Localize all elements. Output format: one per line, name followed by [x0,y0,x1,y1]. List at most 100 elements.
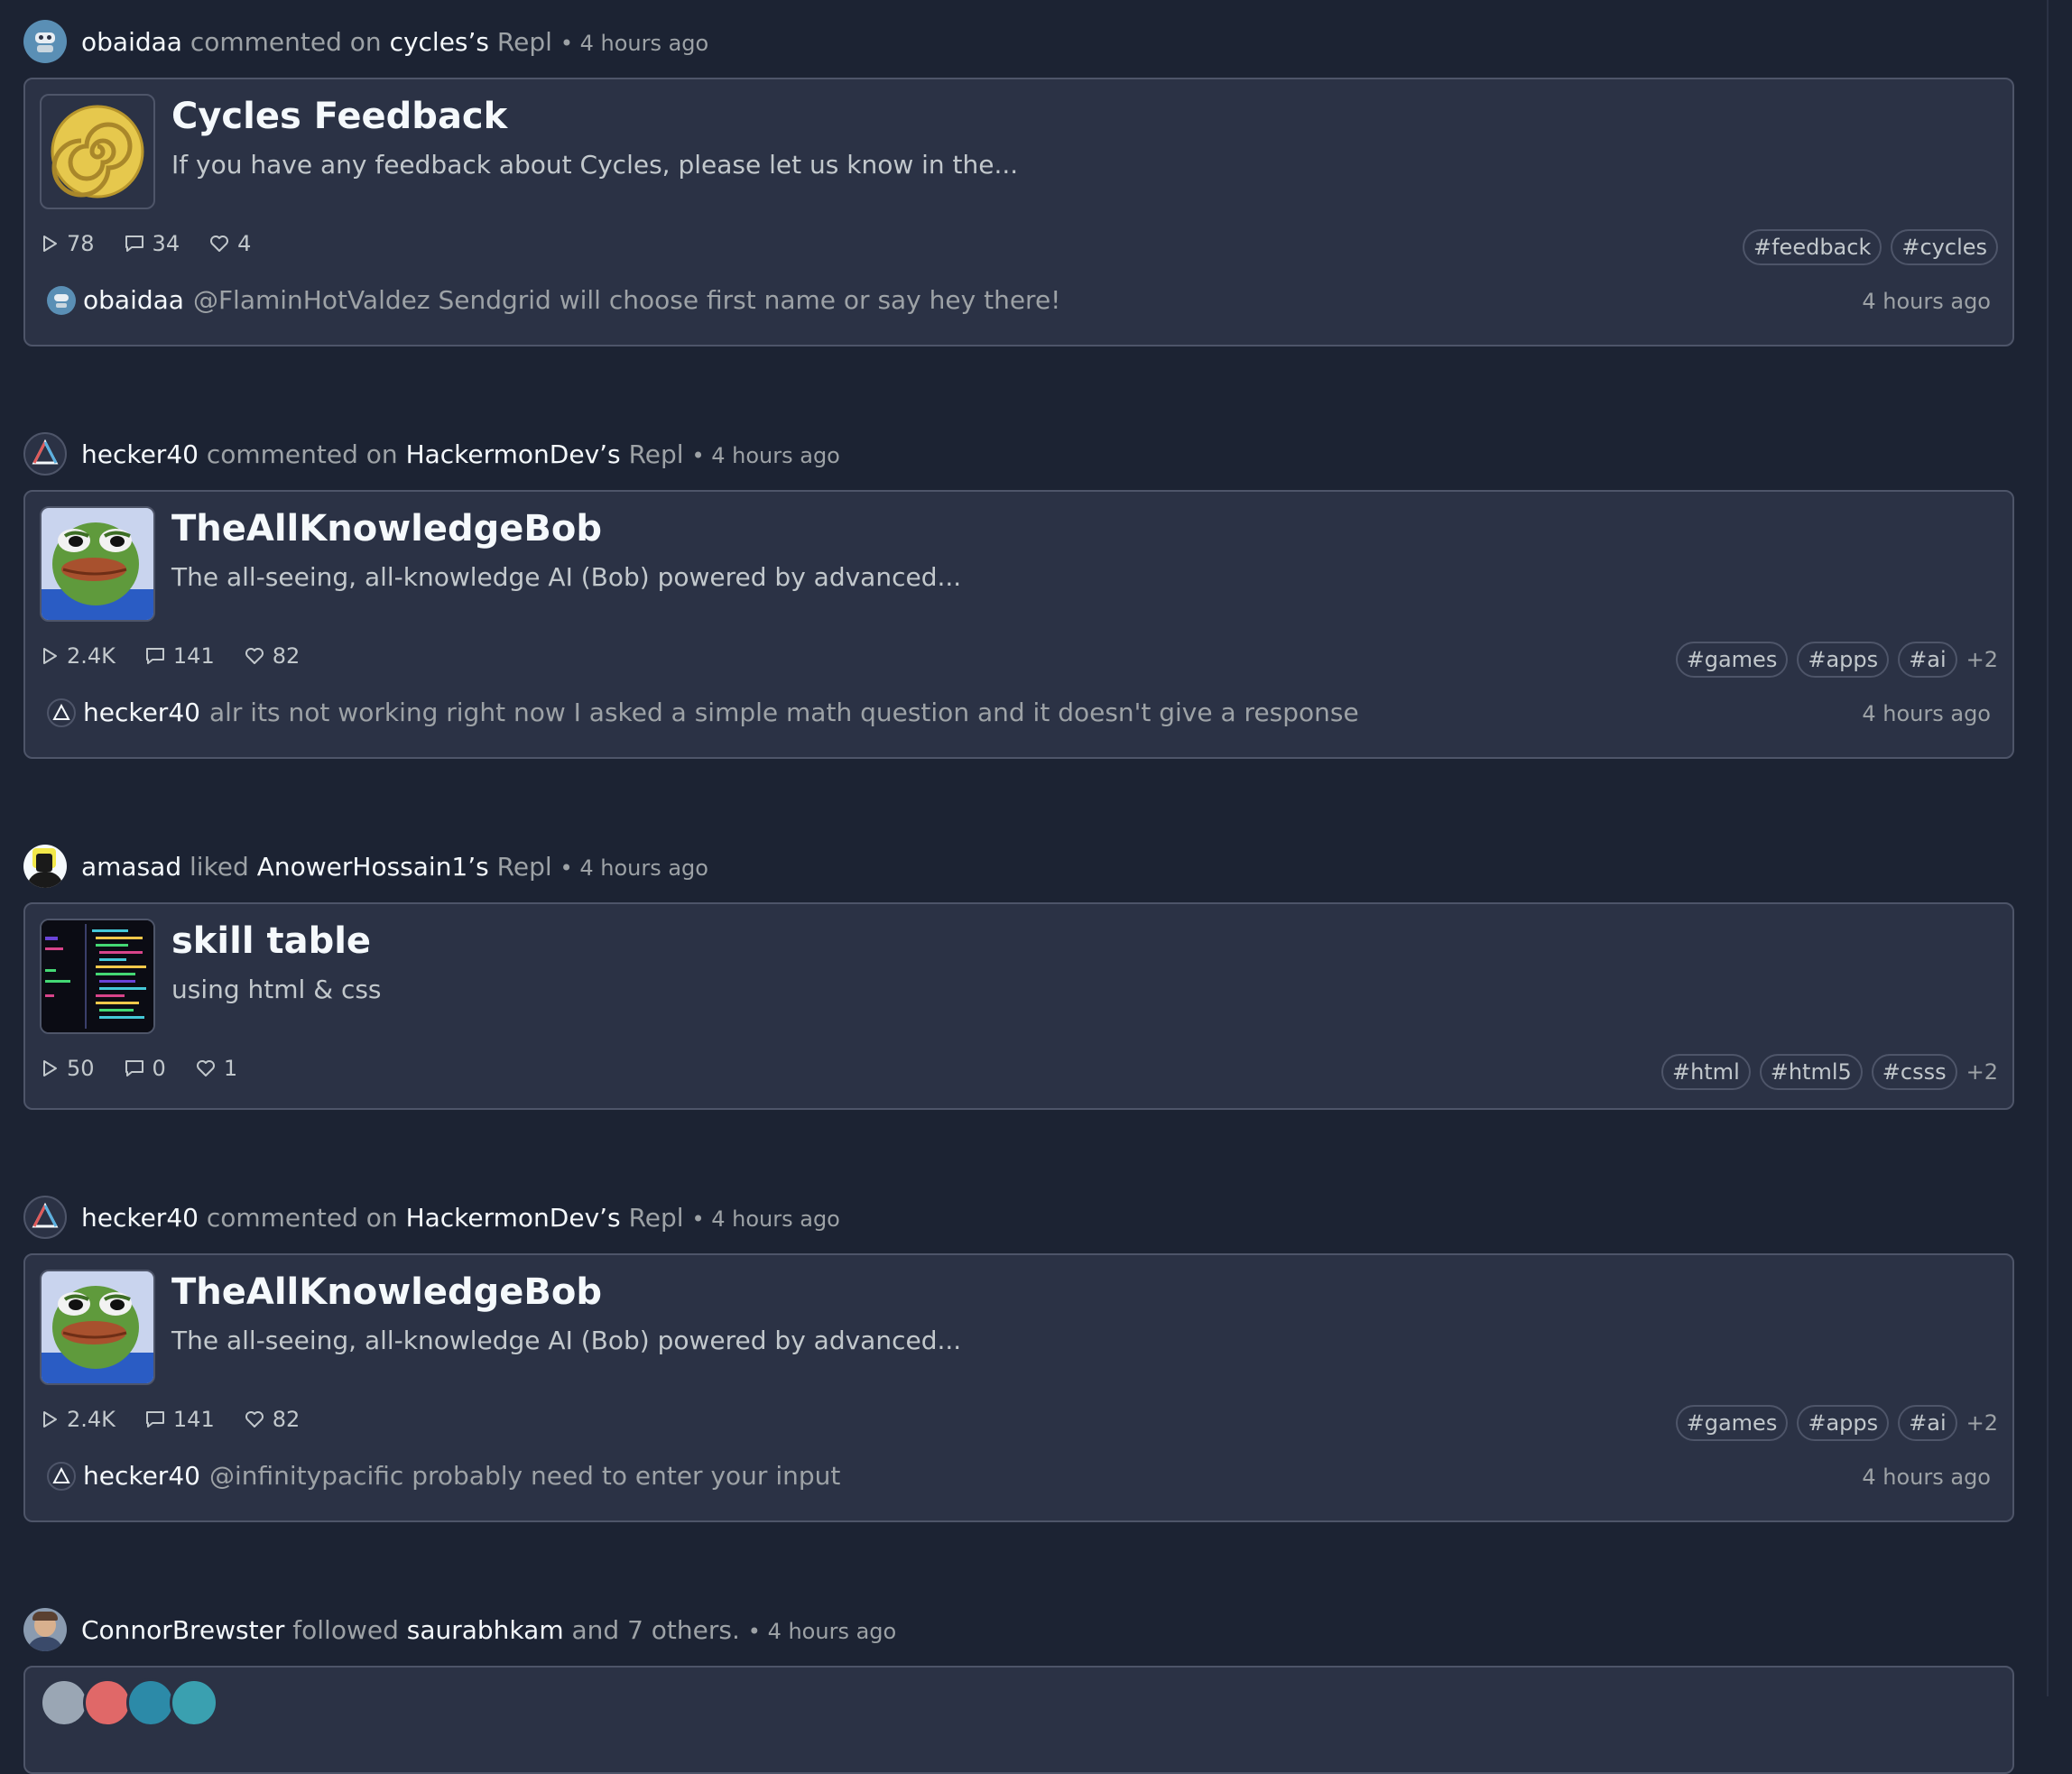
avatar[interactable] [40,1678,88,1727]
avatar[interactable] [170,1678,218,1727]
repl-card[interactable]: skill table using html & css 50 0 1 #htm… [23,902,2014,1110]
comment-author[interactable]: hecker40 [83,698,200,727]
repl-description: The all-seeing, all-knowledge AI (Bob) p… [171,1326,962,1355]
actor-link[interactable]: amasad [81,852,181,882]
actor-link[interactable]: ConnorBrewster [81,1615,284,1645]
tag[interactable]: #cycles [1891,229,1998,265]
runs-count: 50 [67,1056,95,1081]
activity-line: ConnorBrewster followed saurabhkam and 7… [23,1608,896,1651]
comment-author[interactable]: hecker40 [83,1461,200,1491]
comments-count: 34 [152,231,180,256]
repl-description: using html & css [171,975,382,1004]
comment-icon [145,1411,164,1428]
activity-time: • 4 hours ago [560,855,708,881]
comment-icon [145,648,164,664]
actor-link[interactable]: hecker40 [81,1203,199,1233]
repl-card[interactable]: TheAllKnowledgeBob The all-seeing, all-k… [23,1253,2014,1522]
tag[interactable]: #games [1675,642,1789,678]
activity-line: obaidaa commented on cycles’s Repl • 4 h… [23,20,708,63]
comment-author[interactable]: obaidaa [83,285,184,315]
heart-icon[interactable] [208,234,230,254]
target-link[interactable]: saurabhkam [407,1615,564,1645]
avatar[interactable] [23,845,67,888]
tag-list: #games #apps #ai +2 [1667,638,1998,681]
scrollbar[interactable] [2047,0,2072,1696]
play-icon [43,648,57,664]
activity-verb: liked [190,851,249,882]
activity-verb: commented on [190,26,382,57]
repl-thumbnail [40,1270,155,1385]
tag[interactable]: #feedback [1743,229,1882,265]
tag[interactable]: #csss [1871,1054,1957,1090]
heart-icon[interactable] [195,1058,217,1078]
avatar [47,698,76,727]
repl-title[interactable]: skill table [171,920,371,962]
avatar[interactable] [83,1678,132,1727]
comment-preview[interactable]: hecker40 @infinitypacific probably need … [47,1461,840,1491]
actor-link[interactable]: hecker40 [81,439,199,469]
tag[interactable]: #apps [1797,642,1890,678]
tag[interactable]: #ai [1898,1405,1957,1441]
avatar[interactable] [23,1196,67,1239]
activity-verb: commented on [206,1202,398,1233]
tag[interactable]: #apps [1797,1405,1890,1441]
target-link[interactable]: HackermonDev’s [406,1203,621,1233]
repl-card[interactable]: TheAllKnowledgeBob The all-seeing, all-k… [23,490,2014,759]
repl-stats: 78 34 4 [40,226,280,262]
avatar[interactable] [23,1608,67,1651]
comment-preview[interactable]: hecker40 alr its not working right now I… [47,698,1359,727]
actor-link[interactable]: obaidaa [81,27,182,57]
followed-avatars [40,1678,218,1727]
target-link[interactable]: HackermonDev’s [406,439,621,469]
tag-list: #feedback #cycles [1734,226,1998,269]
comment-time: 4 hours ago [1862,701,1991,726]
activity-object: Repl [496,26,552,57]
avatar [47,1461,76,1491]
activity-line: hecker40 commented on HackermonDev’s Rep… [23,432,840,476]
comment-icon [125,236,143,252]
comment-preview[interactable]: obaidaa @FlaminHotValdez Sendgrid will c… [47,285,1060,315]
heart-icon[interactable] [244,646,265,666]
repl-title[interactable]: TheAllKnowledgeBob [171,1271,602,1313]
repl-title[interactable]: Cycles Feedback [171,96,507,137]
target-link[interactable]: AnowerHossain1’s [257,852,489,882]
repl-description: If you have any feedback about Cycles, p… [171,150,1019,180]
activity-time: • 4 hours ago [691,1206,840,1232]
comment-text: @FlaminHotValdez Sendgrid will choose fi… [192,285,1061,315]
likes-count: 82 [272,1407,301,1432]
play-icon [43,236,57,252]
comment-text: @infinitypacific probably need to enter … [208,1461,841,1491]
repl-thumbnail [40,506,155,622]
activity-line: amasad liked AnowerHossain1’s Repl • 4 h… [23,845,708,888]
tag-list: #html #html5 #csss +2 [1652,1050,1998,1094]
runs-count: 78 [67,231,95,256]
repl-title[interactable]: TheAllKnowledgeBob [171,508,602,550]
more-tags[interactable]: +2 [1966,1059,1998,1085]
avatar[interactable] [23,20,67,63]
activity-object: and 7 others. [571,1614,740,1645]
comment-icon [125,1060,143,1076]
repl-thumbnail [40,919,155,1034]
comment-time: 4 hours ago [1862,289,1991,314]
target-link[interactable]: cycles’s [390,27,489,57]
activity-time: • 4 hours ago [560,30,709,56]
activity-verb: followed [292,1614,399,1645]
followed-users-card[interactable] [23,1666,2014,1774]
activity-object: Repl [628,439,684,469]
activity-time: • 4 hours ago [691,442,840,468]
comment-text: alr its not working right now I asked a … [208,698,1359,727]
tag[interactable]: #ai [1898,642,1957,678]
avatar[interactable] [23,432,67,476]
repl-card[interactable]: Cycles Feedback If you have any feedback… [23,78,2014,346]
heart-icon[interactable] [244,1409,265,1429]
more-tags[interactable]: +2 [1966,647,1998,672]
activity-time: • 4 hours ago [747,1618,897,1644]
activity-verb: commented on [206,439,398,469]
tag[interactable]: #html [1660,1054,1751,1090]
activity-object: Repl [628,1202,684,1233]
more-tags[interactable]: +2 [1966,1410,1998,1436]
tag[interactable]: #html5 [1759,1054,1863,1090]
runs-count: 2.4K [67,1407,116,1432]
tag[interactable]: #games [1675,1405,1789,1441]
avatar[interactable] [126,1678,175,1727]
